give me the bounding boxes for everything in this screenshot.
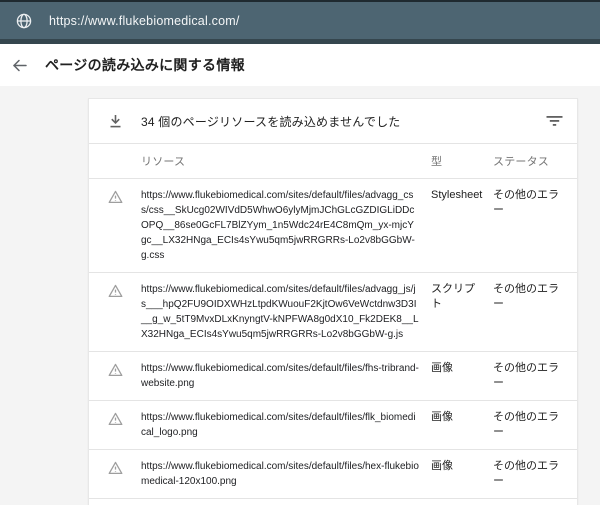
table-row: https://www.flukebiomedical.com/sites/de… (89, 179, 577, 273)
back-arrow-icon[interactable] (11, 57, 28, 74)
column-header-status: ステータス (493, 153, 577, 169)
page-title: ページの読み込みに関する情報 (45, 55, 245, 75)
table-row: https://www.flukebiomedical.com/sites/de… (89, 450, 577, 499)
url-bar: https://www.flukebiomedical.com/ (0, 0, 600, 44)
warning-triangle-icon (89, 188, 141, 263)
warning-triangle-icon (89, 459, 141, 489)
resource-url: https://www.flukebiomedical.com/sites/de… (141, 459, 431, 489)
summary-text: 34 個のページリソースを読み込めませんでした (141, 113, 546, 130)
table-row: https://www.flukebiomedical.com/sites/de… (89, 273, 577, 352)
column-header-type: 型 (431, 153, 493, 169)
table-row: https://www.flukebiomedical.com/sites/de… (89, 352, 577, 401)
table-row: https://www.flukebiomedical.com/sites/de… (89, 401, 577, 450)
table-row: https://www.flukebiomedical.com/sites/de… (89, 499, 577, 505)
table-header-row: リソース 型 ステータス (89, 144, 577, 179)
address-url[interactable]: https://www.flukebiomedical.com/ (49, 14, 240, 28)
resource-type: 画像 (431, 410, 493, 440)
resource-status: その他のエラー (493, 188, 573, 263)
resource-status: その他のエラー (493, 361, 573, 391)
resource-url: https://www.flukebiomedical.com/sites/de… (141, 188, 431, 263)
warning-triangle-icon (89, 282, 141, 342)
resource-url: https://www.flukebiomedical.com/sites/de… (141, 361, 431, 391)
warning-triangle-icon (89, 410, 141, 440)
title-bar: ページの読み込みに関する情報 (0, 44, 600, 86)
warning-triangle-icon (89, 361, 141, 391)
resource-type: Stylesheet (431, 188, 493, 263)
resource-rows: https://www.flukebiomedical.com/sites/de… (89, 179, 577, 505)
resource-status: その他のエラー (493, 410, 573, 440)
summary-row: 34 個のページリソースを読み込めませんでした (89, 99, 577, 144)
resource-type: 画像 (431, 361, 493, 391)
content-area: 34 個のページリソースを読み込めませんでした リソース 型 ステータス (0, 98, 600, 505)
resource-error-panel: 34 個のページリソースを読み込めませんでした リソース 型 ステータス (88, 98, 578, 505)
filter-list-icon[interactable] (546, 115, 577, 127)
resource-type: 画像 (431, 459, 493, 489)
resource-status: その他のエラー (493, 459, 573, 489)
resource-status: その他のエラー (493, 282, 573, 342)
resource-type: スクリプト (431, 282, 493, 342)
resource-url: https://www.flukebiomedical.com/sites/de… (141, 282, 431, 342)
column-header-resource: リソース (141, 153, 431, 169)
resource-url: https://www.flukebiomedical.com/sites/de… (141, 410, 431, 440)
globe-icon (16, 13, 32, 29)
download-icon (89, 114, 141, 129)
